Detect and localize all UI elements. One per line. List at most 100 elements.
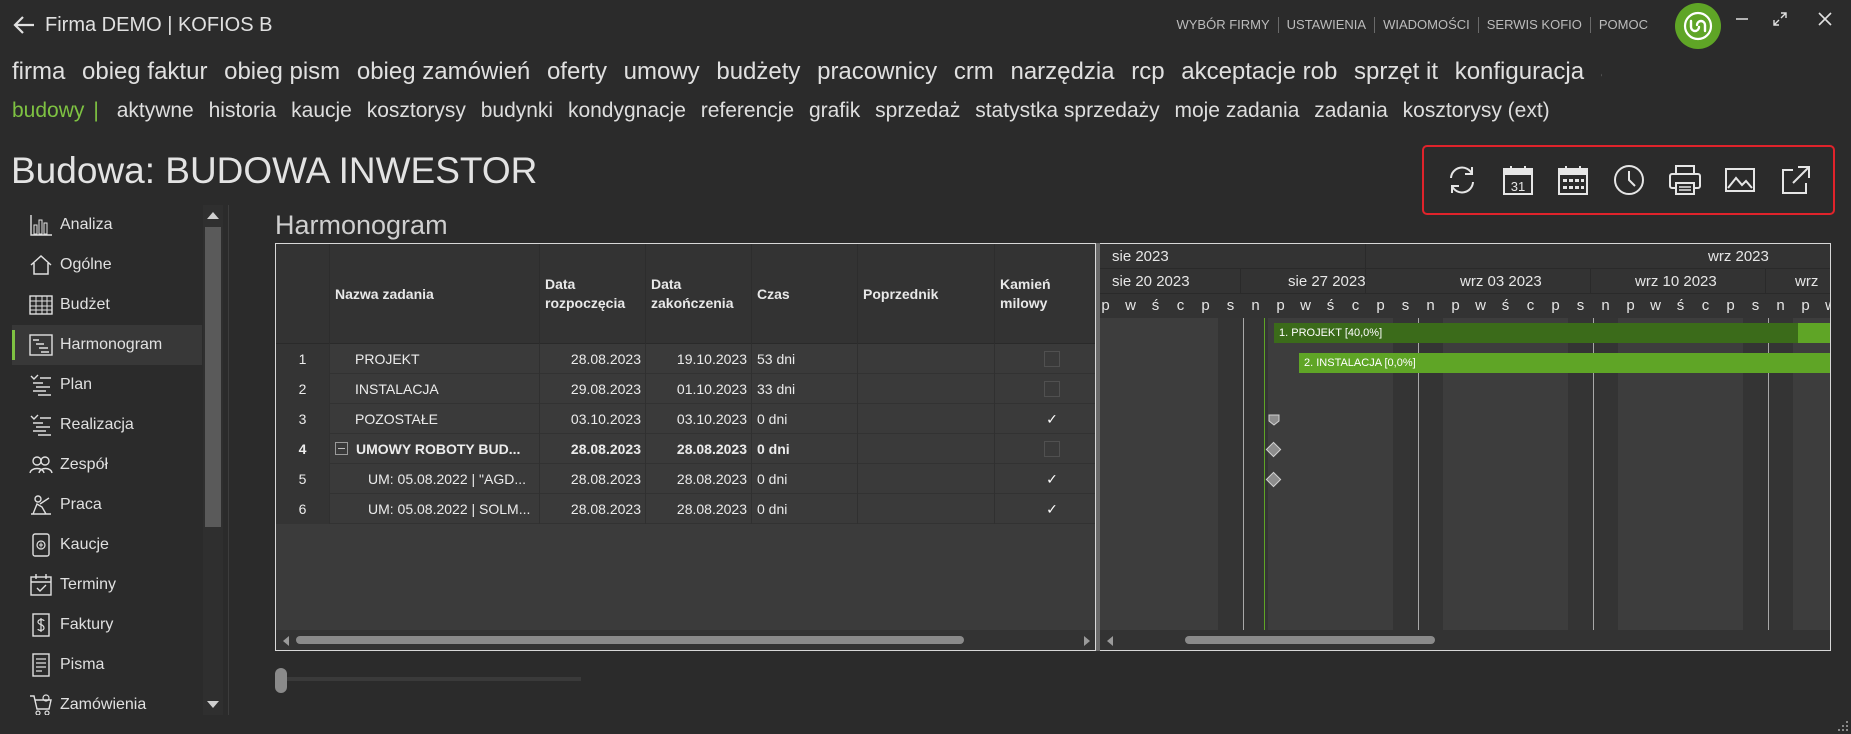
- grid-horizontal-scrollbar[interactable]: [276, 630, 1095, 650]
- subnav-grafik[interactable]: grafik: [809, 99, 860, 122]
- export-image-button[interactable]: [1722, 161, 1759, 199]
- open-external-button[interactable]: [1777, 161, 1814, 199]
- milestone-diamond-icon[interactable]: [1265, 441, 1282, 458]
- gantt-bar-instalacja[interactable]: 2. INSTALACJA [0,0%]: [1299, 353, 1830, 373]
- scroll-down-arrow-icon[interactable]: [207, 701, 219, 708]
- nav-obieg-zamowien[interactable]: obieg zamówień: [357, 58, 530, 85]
- menu-item-ogolne[interactable]: Ogólne: [12, 245, 202, 285]
- subnav-sprzedaz[interactable]: sprzedaż: [875, 99, 960, 122]
- grid-scroll-thumb[interactable]: [296, 636, 964, 644]
- nav-pracownicy[interactable]: pracownicy: [817, 58, 937, 85]
- menu-item-harmonogram[interactable]: Harmonogram: [12, 325, 202, 365]
- milestone-checkbox[interactable]: ✓: [1044, 501, 1060, 517]
- menu-item-kaucje[interactable]: Kaucje: [12, 525, 202, 565]
- zoom-slider-track[interactable]: [281, 677, 581, 681]
- nav-umowy[interactable]: umowy: [624, 58, 700, 85]
- day-label: ś: [1676, 297, 1685, 314]
- scroll-left-arrow-icon[interactable]: [1107, 636, 1113, 646]
- subnav-referencje[interactable]: referencje: [701, 99, 794, 122]
- table-row[interactable]: 2 INSTALACJA 29.08.2023 01.10.2023 33 dni: [276, 374, 1095, 404]
- subnav-zadania[interactable]: zadania: [1314, 99, 1388, 122]
- gantt-horizontal-scrollbar[interactable]: [1100, 630, 1830, 650]
- link-serwis-kofio[interactable]: SERWIS KOFIO: [1477, 17, 1590, 33]
- link-wiadomosci[interactable]: WIADOMOŚCI: [1374, 17, 1478, 33]
- nav-oferty[interactable]: oferty: [547, 58, 607, 85]
- refresh-button[interactable]: [1444, 161, 1481, 199]
- scroll-right-arrow-icon[interactable]: [1084, 636, 1090, 646]
- user-avatar[interactable]: [1675, 3, 1721, 49]
- subnav-kaucje[interactable]: kaucje: [291, 99, 352, 122]
- subnav-budynki[interactable]: budynki: [481, 99, 553, 122]
- close-button[interactable]: [1813, 10, 1837, 34]
- gantt-scroll-thumb[interactable]: [1185, 636, 1435, 644]
- milestone-diamond-icon[interactable]: [1265, 471, 1282, 488]
- col-header-duration[interactable]: Czas: [751, 244, 857, 344]
- table-row[interactable]: 3 POZOSTAŁE 03.10.2023 03.10.2023 0 dni ✓: [276, 404, 1095, 434]
- resize-grip-icon[interactable]: [1837, 720, 1849, 732]
- left-menu-scrollbar[interactable]: [203, 205, 223, 715]
- col-header-name[interactable]: Nazwa zadania: [329, 244, 539, 344]
- zoom-slider[interactable]: [275, 667, 581, 695]
- nav-narzedzia[interactable]: narzędzia: [1010, 58, 1114, 85]
- maximize-button[interactable]: [1768, 10, 1792, 34]
- menu-item-praca[interactable]: Praca: [12, 485, 202, 525]
- link-wybor-firmy[interactable]: WYBÓR FIRMY: [1168, 17, 1277, 33]
- menu-item-budzet[interactable]: Budżet: [12, 285, 202, 325]
- back-arrow-icon[interactable]: [10, 11, 38, 39]
- nav-konfiguracja[interactable]: konfiguracja: [1455, 58, 1584, 85]
- menu-item-analiza[interactable]: Analiza: [12, 205, 202, 245]
- nav-obieg-faktur[interactable]: obieg faktur: [82, 58, 207, 85]
- menu-item-faktury[interactable]: Faktury: [12, 605, 202, 645]
- scroll-left-arrow-icon[interactable]: [283, 636, 289, 646]
- menu-item-zespol[interactable]: Zespół: [12, 445, 202, 485]
- timeline-button[interactable]: [1611, 161, 1648, 199]
- left-menu-scroll-thumb[interactable]: [205, 227, 221, 527]
- table-row[interactable]: 4 UMOWY ROBOTY BUD... 28.08.2023 28.08.2023…: [276, 434, 1095, 464]
- nav-firma[interactable]: firma: [12, 58, 65, 85]
- subnav-budowy[interactable]: budowy: [12, 99, 84, 122]
- col-header-predecessor[interactable]: Poprzednik: [857, 244, 994, 344]
- nav-budzety[interactable]: budżety: [716, 58, 800, 85]
- nav-akceptacje[interactable]: akceptacje: [1601, 58, 1602, 85]
- nav-sprzet-it[interactable]: sprzęt it: [1354, 58, 1438, 85]
- table-row[interactable]: 6 UM: 05.08.2022 | SOLM... 28.08.2023 28.08…: [276, 494, 1095, 524]
- subnav-historia[interactable]: historia: [209, 99, 277, 122]
- summary-marker-icon[interactable]: [1268, 414, 1280, 426]
- subnav-moje-zadania[interactable]: moje zadania: [1174, 99, 1299, 122]
- gantt-bar-projekt[interactable]: 1. PROJEKT [40,0%]: [1274, 323, 1830, 343]
- minimize-button[interactable]: [1730, 10, 1754, 34]
- milestone-checkbox[interactable]: ✓: [1044, 411, 1060, 427]
- col-header-milestone[interactable]: Kamień milowy: [994, 244, 1095, 344]
- milestone-checkbox[interactable]: [1044, 441, 1060, 457]
- milestone-checkbox[interactable]: [1044, 351, 1060, 367]
- zoom-slider-knob[interactable]: [275, 668, 287, 693]
- menu-item-plan[interactable]: Plan: [12, 365, 202, 405]
- menu-item-terminy[interactable]: Terminy: [12, 565, 202, 605]
- print-button[interactable]: [1666, 161, 1703, 199]
- link-ustawienia[interactable]: USTAWIENIA: [1277, 17, 1374, 33]
- subnav-aktywne[interactable]: aktywne: [117, 99, 194, 122]
- menu-item-realizacja[interactable]: Realizacja: [12, 405, 202, 445]
- calendar-grid-button[interactable]: [1555, 161, 1592, 199]
- scroll-up-arrow-icon[interactable]: [207, 212, 219, 219]
- milestone-checkbox[interactable]: [1044, 381, 1060, 397]
- nav-akceptacje-rob[interactable]: akceptacje rob: [1181, 58, 1337, 85]
- subnav-kosztorysy[interactable]: kosztorysy: [367, 99, 466, 122]
- subnav-kondygnacje[interactable]: kondygnacje: [568, 99, 686, 122]
- milestone-checkbox[interactable]: ✓: [1044, 471, 1060, 487]
- col-header-end[interactable]: Data zakończenia: [645, 244, 751, 344]
- subnav-kosztorysy-ext[interactable]: kosztorysy (ext): [1403, 99, 1550, 122]
- subnav-statystka-sprzedazy[interactable]: statystka sprzedaży: [975, 99, 1159, 122]
- collapse-toggle-icon[interactable]: [335, 442, 348, 455]
- link-pomoc[interactable]: POMOC: [1589, 17, 1656, 33]
- col-header-start[interactable]: Data rozpoczęcia: [539, 244, 645, 344]
- nav-rcp[interactable]: rcp: [1131, 58, 1164, 85]
- predecessor-cell: [857, 404, 994, 434]
- table-row[interactable]: 1 PROJEKT 28.08.2023 19.10.2023 53 dni: [276, 344, 1095, 374]
- nav-obieg-pism[interactable]: obieg pism: [224, 58, 340, 85]
- menu-item-zamowienia[interactable]: Zamówienia: [12, 685, 202, 715]
- table-row[interactable]: 5 UM: 05.08.2022 | "AGD... 28.08.2023 28.08…: [276, 464, 1095, 494]
- nav-crm[interactable]: crm: [954, 58, 994, 85]
- calendar-day-button[interactable]: 31: [1500, 161, 1537, 199]
- menu-item-pisma[interactable]: Pisma: [12, 645, 202, 685]
